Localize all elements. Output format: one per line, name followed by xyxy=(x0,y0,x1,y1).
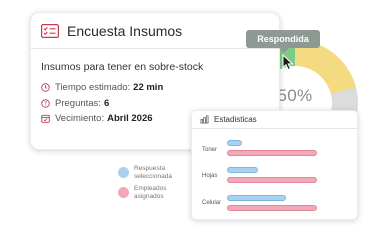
estimated-time-label: Tiempo estimado: xyxy=(55,82,131,93)
questions-row: ? Preguntas: 6 xyxy=(41,98,109,109)
statistics-card[interactable]: Estadisticas Toner Hojas Celular xyxy=(191,110,358,220)
bar-assigned-toner xyxy=(227,150,317,156)
questions-value: 6 xyxy=(103,98,110,109)
estimated-time-row: Tiempo estimado: 22 min xyxy=(41,82,163,93)
stat-row-label: Celular xyxy=(202,200,222,206)
bar-selected-hojas xyxy=(227,167,258,173)
estimated-time-value: 22 min xyxy=(133,82,164,93)
bar-selected-toner xyxy=(227,140,242,146)
question-icon: ? xyxy=(41,99,50,108)
bar-selected-celular xyxy=(227,195,286,201)
legend-dot-selected xyxy=(118,167,129,178)
bar-assigned-hojas xyxy=(227,177,317,183)
svg-text:?: ? xyxy=(44,102,47,108)
clock-icon xyxy=(41,83,50,92)
calendar-icon xyxy=(41,114,50,123)
expiry-label: Vecimiento: xyxy=(55,113,105,124)
questions-label: Preguntas: xyxy=(55,98,101,109)
statistics-header: Estadisticas xyxy=(192,111,357,129)
bar-assigned-celular xyxy=(227,205,317,211)
expiry-value: Abril 2026 xyxy=(107,113,153,124)
stat-row-label: Hojas xyxy=(202,173,218,179)
survey-description: Insumos para tener en sobre-stock xyxy=(41,61,204,73)
mouse-cursor-icon xyxy=(282,54,294,71)
stat-row-label: Toner xyxy=(202,147,218,153)
legend-label-assigned: Empleados asignados xyxy=(134,185,167,200)
statistics-title: Estadisticas xyxy=(214,115,257,124)
expiry-row: Vecimiento: Abril 2026 xyxy=(41,113,153,124)
survey-title: Encuesta Insumos xyxy=(67,22,183,39)
checklist-icon xyxy=(41,23,59,38)
legend-dot-assigned xyxy=(118,187,129,198)
legend-label-selected: Respuesta seleccionada xyxy=(134,165,172,180)
donut-tooltip: Respondida xyxy=(246,30,320,48)
survey-card-header: Encuesta Insumos xyxy=(31,13,279,49)
tooltip-arrow xyxy=(279,48,289,53)
bar-chart-icon xyxy=(200,115,209,124)
